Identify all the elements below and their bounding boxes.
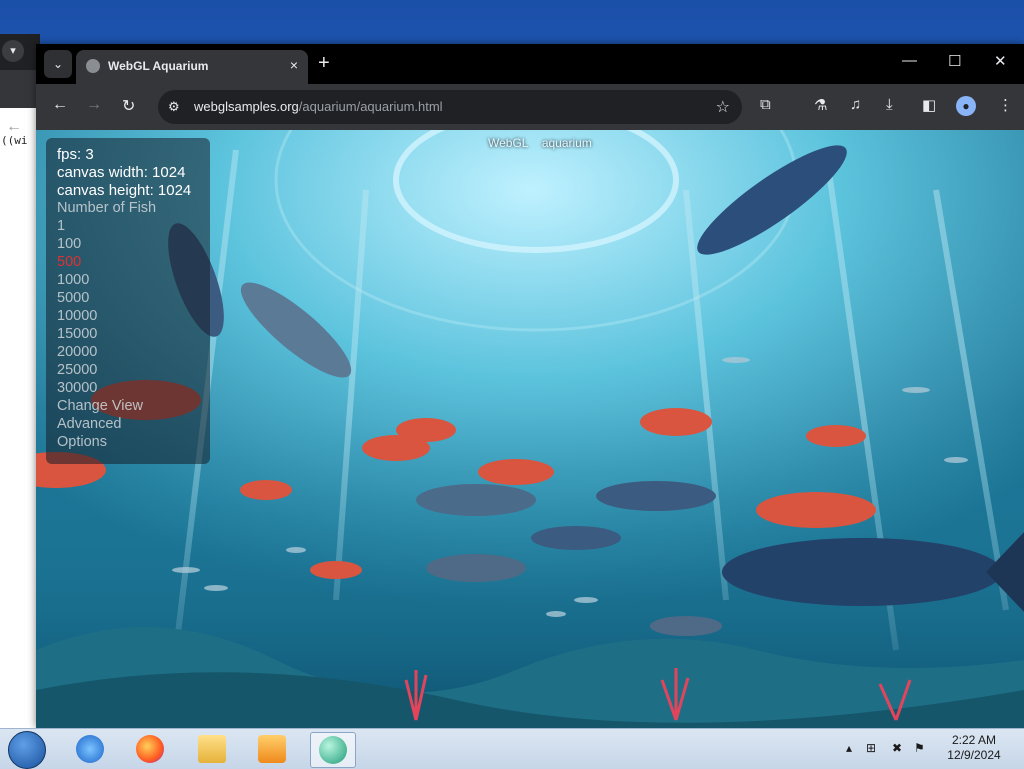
taskbar-active-app[interactable] [310, 732, 356, 768]
new-tab-button[interactable]: + [318, 52, 330, 75]
canvas-height-readout: canvas height: 1024 [57, 182, 192, 199]
close-window-button[interactable]: ✕ [994, 52, 1007, 70]
taskbar-internet-explorer[interactable] [68, 732, 112, 766]
fish-option-20000[interactable]: 20000 [57, 344, 97, 360]
internet-explorer-icon [76, 735, 104, 763]
fish-option-100[interactable]: 100 [57, 236, 81, 252]
site-settings-icon[interactable]: ⚙ [168, 99, 180, 115]
tab-close-icon[interactable]: × [290, 57, 298, 73]
media-controls-icon[interactable]: ♫ [850, 96, 861, 113]
volume-muted-icon[interactable]: ✖ [892, 741, 902, 755]
fish-option-30000[interactable]: 30000 [57, 380, 97, 396]
fish-option-5000[interactable]: 5000 [57, 290, 89, 306]
maximize-button[interactable]: ☐ [948, 52, 961, 70]
tab-strip: ⌄ WebGL Aquarium × + — ☐ ✕ [36, 44, 1024, 84]
extensions-icon[interactable]: ⧉ [760, 96, 771, 113]
browser-window[interactable]: ⌄ WebGL Aquarium × + — ☐ ✕ ← → ↻ ⚙ webgl… [36, 44, 1024, 728]
start-button-windows-icon[interactable] [8, 731, 46, 769]
back-button[interactable]: ← [52, 96, 68, 114]
minimize-button[interactable]: — [902, 52, 917, 69]
tab-webgl-aquarium[interactable]: WebGL Aquarium × [76, 50, 308, 84]
fish-option-15000[interactable]: 15000 [57, 326, 97, 342]
fish-option-500[interactable]: 500 [57, 254, 81, 270]
clock-date: 12/9/2024 [947, 748, 1001, 762]
taskbar-media-player[interactable] [250, 732, 294, 766]
reload-button[interactable]: ↻ [122, 96, 135, 116]
background-toolbar: ← [0, 70, 40, 135]
settings-panel: fps: 3 canvas width: 1024 canvas height:… [46, 138, 210, 464]
background-tabstrip: ▾ [0, 34, 40, 70]
url-text[interactable]: webglsamples.org/aquarium/aquarium.html [194, 99, 443, 114]
fps-readout: fps: 3 [57, 146, 94, 163]
network-icon[interactable]: ⊞ [866, 741, 876, 755]
background-browser-window[interactable]: ▾ ← ((wi [0, 34, 40, 728]
bookmark-star-icon[interactable]: ☆ [716, 97, 730, 117]
taskbar-firefox[interactable] [128, 732, 172, 766]
address-bar[interactable]: ⚙ webglsamples.org/aquarium/aquarium.htm… [158, 90, 742, 124]
webgl-link[interactable]: WebGL [488, 136, 528, 150]
side-panel-icon[interactable]: ◧ [922, 96, 936, 114]
profile-avatar-icon[interactable]: ● [956, 96, 976, 116]
labs-flask-icon[interactable]: ⚗ [814, 96, 827, 114]
canvas-width-readout: canvas width: 1024 [57, 164, 186, 181]
background-code-text: ((wi [1, 134, 28, 147]
tab-title: WebGL Aquarium [108, 59, 209, 73]
forward-button[interactable]: → [86, 96, 102, 114]
download-icon[interactable]: ⤓ [886, 96, 893, 113]
action-center-flag-icon[interactable]: ⚑ [914, 741, 925, 755]
system-clock[interactable]: 2:22 AM 12/9/2024 [940, 733, 1008, 763]
fish-option-10000[interactable]: 10000 [57, 308, 97, 324]
menu-kebab-icon[interactable]: ⋮ [998, 96, 1013, 114]
folder-icon [198, 735, 226, 763]
taskbar: ▴ ⊞ ✖ ⚑ 2:22 AM 12/9/2024 [0, 728, 1024, 769]
navigation-bar: ← → ↻ ⚙ webglsamples.org/aquarium/aquari… [36, 84, 1024, 130]
clock-time: 2:22 AM [951, 733, 997, 747]
aquarium-canvas[interactable]: WebGL aquarium fps: 3 canvas width: 1024… [36, 130, 1024, 728]
show-hidden-icons-icon[interactable]: ▴ [846, 741, 852, 755]
chevron-down-icon[interactable]: ▾ [2, 40, 24, 62]
firefox-icon [136, 735, 164, 763]
url-path: /aquarium/aquarium.html [298, 99, 443, 114]
options-link[interactable]: Options [57, 434, 107, 450]
aquarium-link[interactable]: aquarium [542, 136, 592, 150]
top-links: WebGL aquarium [488, 136, 602, 150]
tab-search-icon[interactable]: ⌄ [44, 50, 72, 78]
active-app-icon [319, 736, 347, 764]
change-view-link[interactable]: Change View [57, 398, 143, 414]
advanced-link[interactable]: Advanced [57, 416, 122, 432]
media-player-icon [258, 735, 286, 763]
fish-option-25000[interactable]: 25000 [57, 362, 97, 378]
number-of-fish-label: Number of Fish [57, 200, 157, 216]
url-domain: webglsamples.org [194, 99, 299, 114]
taskbar-file-explorer[interactable] [190, 732, 234, 766]
globe-icon [86, 59, 100, 73]
fish-option-1000[interactable]: 1000 [57, 272, 89, 288]
fish-option-1[interactable]: 1 [57, 218, 65, 234]
